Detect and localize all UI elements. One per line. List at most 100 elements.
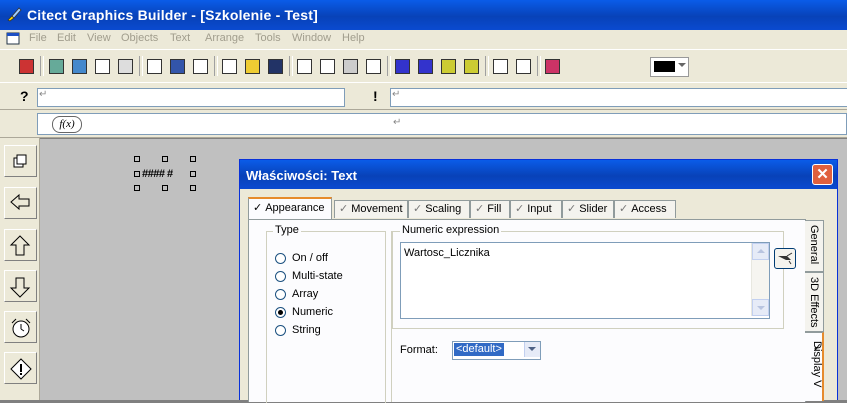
radio-array[interactable]: [275, 289, 286, 300]
function-field[interactable]: f(x) ↵: [37, 113, 847, 135]
tab-label: Scaling: [425, 203, 462, 215]
radio-multi-state[interactable]: [275, 271, 286, 282]
expression-input[interactable]: Wartosc_Licznika: [400, 242, 770, 319]
tab-input[interactable]: ✓ Input: [510, 200, 562, 218]
library-button[interactable]: [166, 55, 190, 79]
ungroup-icon: [464, 59, 479, 74]
print-button[interactable]: [114, 55, 138, 79]
back-button[interactable]: [4, 187, 37, 219]
new-button[interactable]: [218, 55, 242, 79]
list-button[interactable]: [189, 55, 213, 79]
format-label: Format:: [400, 344, 438, 356]
pages-button[interactable]: [91, 55, 115, 79]
close-button[interactable]: ✕: [812, 164, 833, 185]
radio-label: Array: [292, 288, 319, 300]
menu-edit[interactable]: Edit: [57, 32, 76, 44]
scroll-up-button[interactable]: [752, 243, 769, 260]
save-button[interactable]: [264, 55, 288, 79]
color-swatch: [654, 61, 675, 72]
selection-handle[interactable]: [162, 156, 168, 162]
properties-button[interactable]: [143, 55, 167, 79]
text-object[interactable]: #### #: [142, 168, 173, 180]
type-group-label: Type: [273, 224, 301, 236]
selection-handle[interactable]: [162, 185, 168, 191]
prompt-field[interactable]: ↵: [37, 88, 345, 107]
menu-window[interactable]: Window: [292, 32, 331, 44]
computer-setup-button[interactable]: [45, 55, 69, 79]
project-editor-button[interactable]: [15, 55, 39, 79]
scroll-down-button[interactable]: [752, 299, 769, 316]
open-button[interactable]: [241, 55, 265, 79]
menu-objects[interactable]: Objects: [121, 32, 158, 44]
function-fx-icon[interactable]: f(x): [52, 116, 82, 133]
paste-button[interactable]: [339, 55, 363, 79]
distribute-button[interactable]: [512, 55, 536, 79]
selection-handle[interactable]: [190, 171, 196, 177]
menu-tools[interactable]: Tools: [255, 32, 281, 44]
bring-to-front-button[interactable]: [391, 55, 415, 79]
radio-string[interactable]: [275, 325, 286, 336]
tab-label: Access: [631, 203, 667, 215]
tab-fill[interactable]: ✓ Fill: [470, 200, 510, 218]
radio-label: String: [292, 324, 321, 336]
tab-access[interactable]: ✓ Access: [614, 200, 676, 218]
computer-setup-icon: [49, 59, 64, 74]
menu-help[interactable]: Help: [342, 32, 365, 44]
paste-icon: [343, 59, 358, 74]
function-text: ↵: [393, 117, 402, 128]
tab-appearance[interactable]: ✓ Appearance: [248, 197, 332, 219]
cut-button[interactable]: [293, 55, 317, 79]
alarm-field[interactable]: ↵: [390, 88, 847, 107]
check-icon: ✓: [619, 203, 629, 215]
up-button[interactable]: [4, 229, 37, 261]
copy-button[interactable]: [316, 55, 340, 79]
menu-text[interactable]: Text: [170, 32, 190, 44]
group-button[interactable]: [437, 55, 461, 79]
vertical-scrollbar[interactable]: [751, 243, 769, 316]
radio-numeric[interactable]: [275, 307, 286, 318]
tab-slider[interactable]: ✓ Slider: [562, 200, 614, 218]
selection-handle[interactable]: [190, 156, 196, 162]
selection-handle[interactable]: [134, 156, 140, 162]
windows-icon: [13, 154, 27, 168]
tab-panel: On / off Multi-state Array Numeric Strin…: [248, 219, 806, 403]
help-book-button[interactable]: [541, 55, 565, 79]
pages-window-button[interactable]: [4, 145, 37, 177]
radio-label: Numeric: [292, 306, 333, 318]
color-picker[interactable]: [650, 57, 689, 77]
tab-row: ✓ Appearance ✓ Movement ✓ Scaling ✓ Fill ✓ In…: [248, 197, 808, 219]
align-button[interactable]: [489, 55, 513, 79]
tab-3d-effects[interactable]: 3D Effects: [805, 272, 824, 332]
paintbrush-icon: [7, 7, 22, 22]
menu-view[interactable]: View: [87, 32, 111, 44]
compile-button[interactable]: [68, 55, 92, 79]
tab-scaling[interactable]: ✓ Scaling: [408, 200, 470, 218]
warning-button[interactable]: [4, 352, 37, 384]
ungroup-button[interactable]: [460, 55, 484, 79]
undo-button[interactable]: [362, 55, 386, 79]
alarm-button[interactable]: [4, 311, 37, 343]
menu-file[interactable]: File: [29, 32, 47, 44]
send-to-back-icon: [418, 59, 433, 74]
insert-tag-button[interactable]: [774, 248, 796, 269]
radio-on-off[interactable]: [275, 253, 286, 264]
selection-handle[interactable]: [190, 185, 196, 191]
down-button[interactable]: [4, 270, 37, 302]
document-icon[interactable]: [6, 32, 21, 46]
window-title: Citect Graphics Builder - [Szkolenie - T…: [27, 7, 318, 23]
dialog-title-bar[interactable]: Właściwości: Text ✕: [240, 160, 837, 189]
printer-icon: [118, 59, 133, 74]
tab-general[interactable]: General: [805, 220, 824, 272]
tab-label: Appearance: [265, 202, 325, 214]
format-select[interactable]: <default>: [452, 341, 541, 360]
selection-handle[interactable]: [134, 171, 140, 177]
menu-arrange[interactable]: Arrange: [205, 32, 244, 44]
tab-display-value[interactable]: ✓ Display V: [805, 332, 824, 401]
chevron-down-icon[interactable]: [524, 342, 540, 357]
window-title-bar[interactable]: Citect Graphics Builder - [Szkolenie - T…: [0, 0, 847, 30]
toolbar-separator: [40, 56, 44, 76]
tab-movement[interactable]: ✓ Movement: [334, 200, 408, 218]
send-to-back-button[interactable]: [414, 55, 438, 79]
selection-handle[interactable]: [134, 185, 140, 191]
align-icon: [493, 59, 508, 74]
